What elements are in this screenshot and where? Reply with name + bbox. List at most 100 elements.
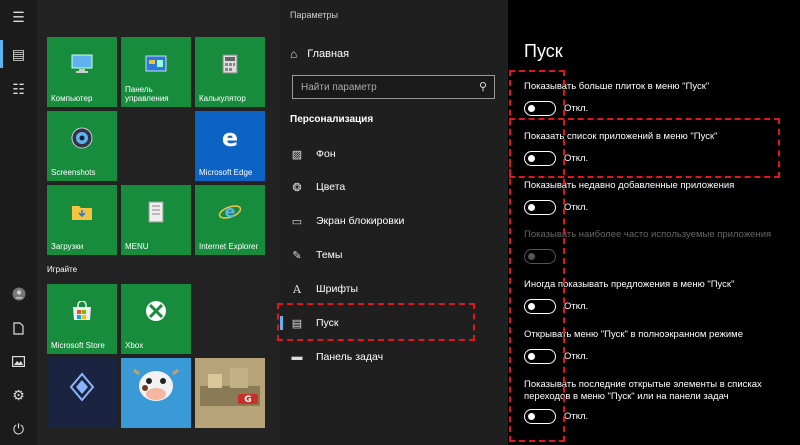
toggle-switch[interactable] bbox=[524, 101, 556, 116]
tiles-icon[interactable]: ▤ bbox=[0, 39, 37, 69]
nav-item-label: Пуск bbox=[316, 317, 339, 329]
toggle-knob bbox=[528, 412, 535, 420]
search-placeholder: Найти параметр bbox=[301, 81, 377, 93]
lock-screen-icon: ▭ bbox=[291, 215, 303, 228]
option-label: Открывать меню "Пуск" в полноэкранном ре… bbox=[524, 329, 743, 340]
nav-item-taskbar[interactable]: ▬ Панель задач bbox=[290, 347, 384, 367]
tile-group-label: Играйте bbox=[47, 265, 78, 274]
fonts-icon: A bbox=[293, 282, 301, 296]
option-label: Показывать последние открытые элементы в… bbox=[524, 379, 762, 390]
aperture-icon bbox=[47, 125, 117, 151]
store-icon bbox=[47, 298, 117, 324]
tile-label: Microsoft Store bbox=[51, 341, 105, 350]
toggle-knob bbox=[528, 352, 535, 360]
toggle-state: Откл. bbox=[564, 202, 589, 213]
toggle-knob bbox=[528, 104, 535, 112]
nav-item-lock-screen[interactable]: ▭ Экран блокировки bbox=[290, 211, 405, 231]
toggle-knob bbox=[528, 154, 535, 162]
edge-icon: e bbox=[221, 123, 239, 152]
svg-text:e: e bbox=[225, 202, 236, 221]
tile-internet-explorer[interactable]: e Internet Explorer bbox=[195, 185, 265, 255]
taskbar-icon: ▬ bbox=[291, 351, 303, 363]
tile-label: Компьютер bbox=[51, 94, 93, 103]
power-icon[interactable]: ⏻ bbox=[0, 414, 37, 444]
toggle-switch[interactable] bbox=[524, 299, 556, 314]
option-fullscreen: Открывать меню "Пуск" в полноэкранном ре… bbox=[524, 329, 799, 364]
tile-photoshop-express[interactable] bbox=[47, 358, 117, 428]
computer-icon bbox=[47, 51, 117, 77]
xbox-icon bbox=[121, 298, 191, 324]
nav-item-themes[interactable]: ✎ Темы bbox=[290, 245, 342, 265]
option-label-line2: переходов в меню "Пуск" или на панели за… bbox=[524, 391, 729, 402]
themes-icon: ✎ bbox=[292, 249, 302, 262]
nav-section-heading: Персонализация bbox=[290, 114, 374, 125]
tile-game-strategy[interactable]: G bbox=[195, 358, 265, 428]
toggle-knob bbox=[528, 203, 535, 211]
option-recently-added: Показывать недавно добавленные приложени… bbox=[524, 180, 799, 215]
nav-home-label: Главная bbox=[307, 48, 350, 60]
nav-item-start[interactable]: ▤ Пуск bbox=[280, 313, 339, 333]
option-label: Показать список приложений в меню "Пуск" bbox=[524, 131, 718, 142]
nav-item-label: Панель задач bbox=[316, 351, 384, 363]
tile-label: Калькулятор bbox=[199, 94, 246, 103]
home-icon: ⌂ bbox=[290, 47, 298, 61]
option-suggestions: Иногда показывать предложения в меню "Пу… bbox=[524, 279, 799, 314]
tile-xbox[interactable]: Xbox bbox=[121, 284, 191, 354]
nav-item-label: Экран блокировки bbox=[316, 215, 405, 227]
nav-item-label: Фон bbox=[316, 148, 336, 160]
list-icon[interactable]: ☷ bbox=[0, 74, 37, 104]
tile-label: Xbox bbox=[125, 341, 144, 350]
toggle-state: Откл. bbox=[564, 103, 589, 114]
option-label: Показывать больше плиток в меню "Пуск" bbox=[524, 81, 710, 92]
tile-game-cow[interactable] bbox=[121, 358, 191, 428]
tile-control-panel[interactable]: Панель управления bbox=[121, 37, 191, 107]
strategy-game-icon: G bbox=[195, 368, 265, 406]
nav-item-fonts[interactable]: A Шрифты bbox=[290, 279, 358, 299]
toggle-state: Откл. bbox=[564, 153, 589, 164]
tile-calculator[interactable]: Калькулятор bbox=[195, 37, 265, 107]
settings-nav: Параметры ⌂ Главная Найти параметр ⚲ Пер… bbox=[280, 0, 508, 445]
tile-label: Internet Explorer bbox=[199, 242, 259, 251]
nav-item-label: Темы bbox=[316, 249, 343, 261]
search-input[interactable]: Найти параметр ⚲ bbox=[292, 75, 495, 99]
tile-computer[interactable]: Компьютер bbox=[47, 37, 117, 107]
nav-home[interactable]: ⌂ Главная bbox=[290, 44, 349, 64]
toggle-switch[interactable] bbox=[524, 151, 556, 166]
tile-screenshots[interactable]: Screenshots bbox=[47, 111, 117, 181]
start-rail: ☰ ▤ ☷ ⚙ ⏻ bbox=[0, 0, 37, 445]
toggle-state: Откл. bbox=[564, 301, 589, 312]
toggle-switch[interactable] bbox=[524, 409, 556, 424]
toggle-state: Откл. bbox=[564, 411, 589, 422]
user-icon[interactable] bbox=[0, 279, 37, 309]
settings-content: Пуск Показывать больше плиток в меню "Пу… bbox=[508, 0, 800, 445]
option-app-list: Показать список приложений в меню "Пуск"… bbox=[524, 131, 799, 166]
search-icon[interactable]: ⚲ bbox=[479, 80, 487, 93]
start-icon: ▤ bbox=[291, 317, 303, 330]
tile-label: Screenshots bbox=[51, 168, 96, 177]
toggle-knob bbox=[528, 252, 535, 260]
folder-download-icon bbox=[47, 199, 117, 225]
svg-text:G: G bbox=[244, 395, 251, 405]
tile-downloads[interactable]: Загрузки bbox=[47, 185, 117, 255]
tile-label: Загрузки bbox=[51, 242, 84, 251]
option-label: Иногда показывать предложения в меню "Пу… bbox=[524, 279, 735, 290]
tile-label: MENU bbox=[125, 242, 149, 251]
tile-menu[interactable]: MENU bbox=[121, 185, 191, 255]
start-tiles: Компьютер Панель управления Калькулятор … bbox=[37, 0, 280, 445]
tile-microsoft-store[interactable]: Microsoft Store bbox=[47, 284, 117, 354]
hamburger-icon[interactable]: ☰ bbox=[0, 2, 37, 32]
tile-edge[interactable]: e Microsoft Edge bbox=[195, 111, 265, 181]
gear-icon[interactable]: ⚙ bbox=[0, 380, 37, 410]
toggle-switch[interactable] bbox=[524, 200, 556, 215]
option-label: Показывать наиболее часто используемые п… bbox=[524, 229, 772, 240]
nav-item-colors[interactable]: ❂ Цвета bbox=[290, 177, 345, 197]
ie-icon: e bbox=[195, 199, 265, 225]
option-label: Показывать недавно добавленные приложени… bbox=[524, 180, 735, 191]
toggle-switch[interactable] bbox=[524, 349, 556, 364]
cow-game-icon bbox=[121, 368, 191, 401]
nav-item-background[interactable]: ▨ Фон bbox=[290, 144, 336, 164]
document-icon[interactable] bbox=[0, 313, 37, 343]
picture-icon: ▨ bbox=[291, 148, 303, 161]
option-most-used: Показывать наиболее часто используемые п… bbox=[524, 229, 799, 264]
pictures-icon[interactable] bbox=[0, 346, 37, 376]
